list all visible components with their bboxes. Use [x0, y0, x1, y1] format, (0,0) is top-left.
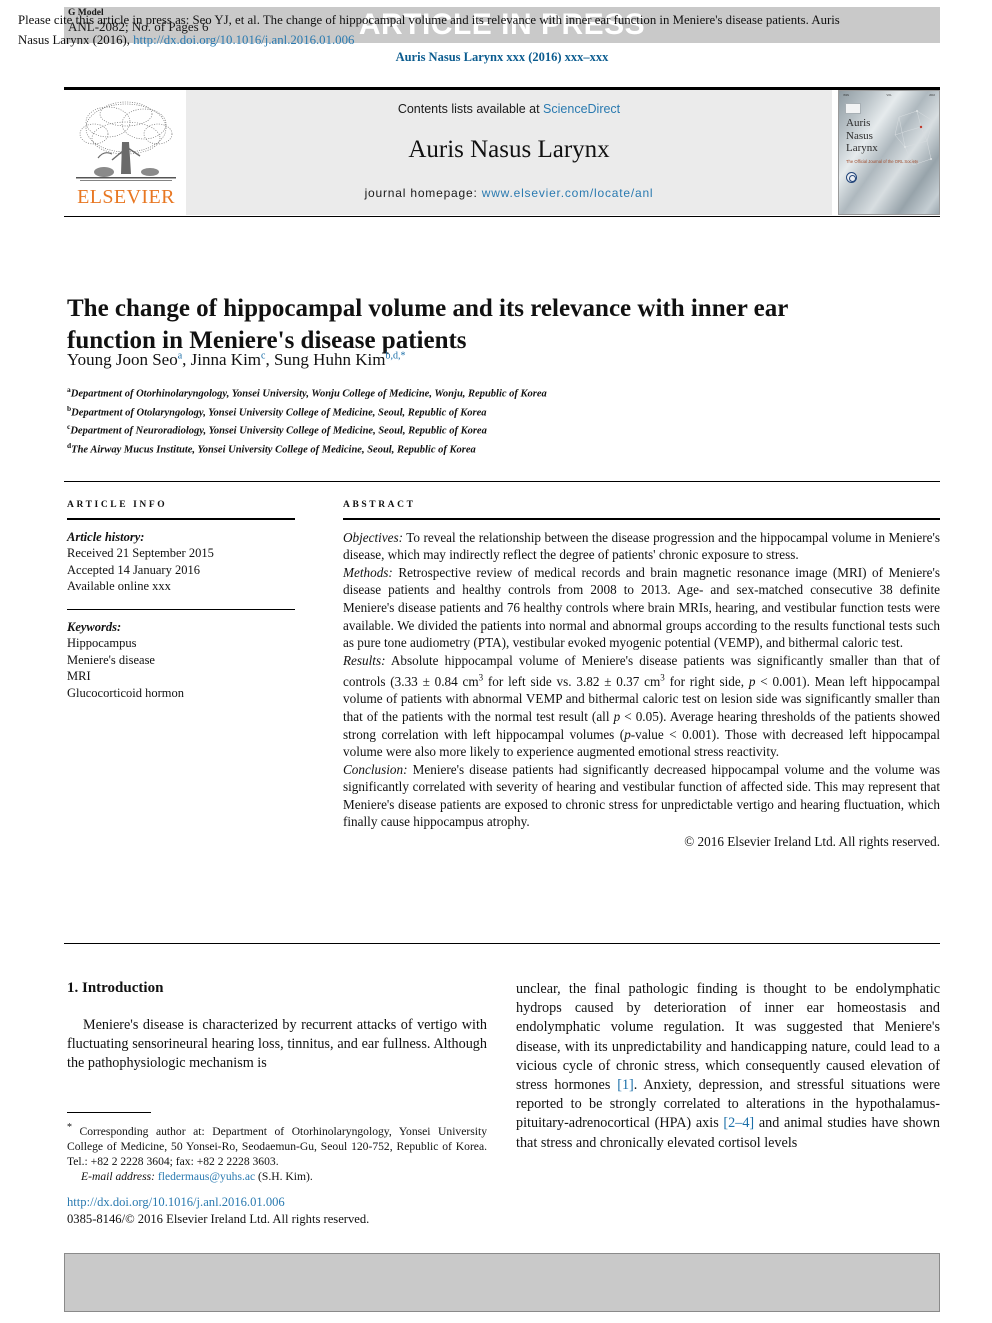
cite-doi-link[interactable]: http://dx.doi.org/10.1016/j.anl.2016.01.…: [133, 33, 354, 47]
journal-homepage-line: journal homepage: www.elsevier.com/locat…: [186, 186, 832, 200]
article-page: ARTICLE IN PRESS G Model ANL-2082; No. o…: [0, 0, 992, 1323]
affiliation-text: Department of Otolaryngology, Yonsei Uni…: [71, 407, 487, 419]
contents-available-line: Contents lists available at ScienceDirec…: [186, 102, 832, 116]
cover-title-line3: Larynx: [846, 142, 878, 154]
sciencedirect-link[interactable]: ScienceDirect: [543, 102, 620, 116]
article-info-divider: [67, 518, 295, 520]
keyword-item: Hippocampus: [67, 636, 137, 651]
article-history-online: Available online xxx: [67, 579, 171, 594]
corresponding-author-note: * Corresponding author at: Department of…: [67, 1122, 487, 1169]
abstract-conclusion: Conclusion: Meniere's disease patients h…: [343, 761, 940, 831]
introduction-heading: 1. Introduction: [67, 980, 164, 996]
keyword-item: Meniere's disease: [67, 652, 155, 667]
journal-name-heading: Auris Nasus Larynx: [408, 136, 610, 163]
abstract-objectives: Objectives: To reveal the relationship b…: [343, 529, 940, 564]
author-list: Young Joon Seoa, Jinna Kimc, Sung Huhn K…: [67, 350, 406, 369]
keywords-divider: [67, 608, 295, 610]
elsevier-wordmark: ELSEVIER: [77, 186, 175, 208]
abstract-column: ABSTRACT Objectives: To reveal the relat…: [343, 500, 940, 851]
journal-masthead: ELSEVIER Contents lists available at Sci…: [64, 90, 940, 215]
abstract-objectives-label: Objectives:: [343, 529, 404, 545]
cite-this-article-text: Please cite this article in press as: Se…: [18, 11, 860, 50]
affiliation-text: Department of Neuroradiology, Yonsei Uni…: [70, 425, 487, 437]
masthead-center-panel: Contents lists available at ScienceDirec…: [186, 90, 832, 215]
abstract-methods: Methods: Retrospective review of medical…: [343, 564, 940, 652]
article-history-received: Received 21 September 2015: [67, 546, 214, 561]
abstract-objectives-text: To reveal the relationship between the d…: [343, 529, 940, 563]
abstract-methods-text: Retrospective review of medical records …: [343, 564, 940, 651]
introduction-paragraph-right: unclear, the final pathologic finding is…: [516, 981, 941, 1151]
article-history-label: Article history:: [67, 529, 145, 544]
cover-society-logo-icon: [846, 172, 857, 183]
body-right-column: unclear, the final pathologic finding is…: [516, 980, 940, 1153]
email-note: E-mail address: fledermaus@yuhs.ac (S.H.…: [67, 1169, 487, 1184]
homepage-label: journal homepage:: [364, 186, 482, 200]
article-history-accepted: Accepted 14 January 2016: [67, 562, 200, 577]
affiliation-text: Department of Otorhinolaryngology, Yonse…: [70, 388, 547, 400]
elsevier-tree-icon: [76, 101, 176, 181]
doi-link[interactable]: http://dx.doi.org/10.1016/j.anl.2016.01.…: [67, 1195, 285, 1209]
abstract-methods-label: Methods:: [343, 564, 393, 580]
journal-homepage-link[interactable]: www.elsevier.com/locate/anl: [482, 186, 654, 200]
abstract-section-rule-top: [64, 481, 940, 482]
abstract-heading: ABSTRACT: [343, 500, 416, 510]
keyword-item: MRI: [67, 669, 91, 684]
affiliation-item: dThe Airway Mucus Institute, Yonsei Univ…: [67, 439, 867, 458]
abstract-copyright: © 2016 Elsevier Ireland Ltd. All rights …: [684, 834, 940, 850]
cover-title-text: Auris Nasus Larynx: [846, 117, 878, 155]
abstract-conclusion-label: Conclusion:: [343, 761, 408, 777]
affiliation-text: The Airway Mucus Institute, Yonsei Unive…: [71, 444, 476, 456]
keyword-item: Glucocorticoid hormon: [67, 685, 184, 700]
cite-this-article-box: [64, 1253, 940, 1312]
abstract-section-rule-bottom: [64, 943, 940, 944]
affiliation-list: aDepartment of Otorhinolaryngology, Yons…: [67, 383, 867, 458]
article-info-heading: ARTICLE INFO: [67, 500, 168, 510]
email-link[interactable]: fledermaus@yuhs.ac: [158, 1170, 255, 1183]
abstract-results-text: Absolute hippocampal volume of Meniere's…: [343, 652, 940, 760]
abstract-results-label: Results:: [343, 652, 386, 668]
affiliation-item: aDepartment of Otorhinolaryngology, Yons…: [67, 383, 867, 402]
abstract-conclusion-text: Meniere's disease patients had significa…: [343, 761, 940, 830]
journal-cover-thumbnail: ISSN VOL 2016 Auris Nasus Larynx The Offic…: [838, 90, 940, 215]
cover-title-line1: Auris: [846, 117, 871, 129]
cover-graphic-icon: [894, 110, 934, 166]
email-suffix: (S.H. Kim).: [255, 1170, 313, 1184]
affiliation-item: cDepartment of Neuroradiology, Yonsei Un…: [67, 420, 867, 439]
affiliation-item: bDepartment of Otolaryngology, Yonsei Un…: [67, 402, 867, 421]
introduction-paragraph-left: Meniere's disease is characterized by re…: [67, 1017, 487, 1072]
abstract-divider: [343, 518, 940, 520]
article-info-column: ARTICLE INFO Article history: Received 2…: [67, 500, 295, 701]
footnote-block: * Corresponding author at: Department of…: [67, 1120, 487, 1185]
keywords-label: Keywords:: [67, 619, 122, 634]
header-rule-bottom: [64, 216, 940, 217]
body-left-column: 1. Introduction Meniere's disease is cha…: [67, 980, 487, 1074]
abstract-results: Results: Absolute hippocampal volume of …: [343, 652, 940, 761]
cover-publisher-mark: [845, 103, 861, 114]
issn-copyright-line: 0385-8146/© 2016 Elsevier Ireland Ltd. A…: [67, 1212, 370, 1226]
doi-block: http://dx.doi.org/10.1016/j.anl.2016.01.…: [67, 1194, 507, 1228]
cover-title-line2: Nasus: [846, 129, 873, 142]
elsevier-logo-block: ELSEVIER: [64, 90, 186, 215]
journal-citation: Auris Nasus Larynx xxx (2016) xxx–xxx: [395, 50, 609, 64]
email-address-label: E-mail address:: [81, 1170, 155, 1184]
page-title: The change of hippocampal volume and its…: [67, 294, 788, 354]
footnote-rule: [67, 1112, 151, 1113]
contents-prefix: Contents lists available at: [397, 102, 544, 116]
